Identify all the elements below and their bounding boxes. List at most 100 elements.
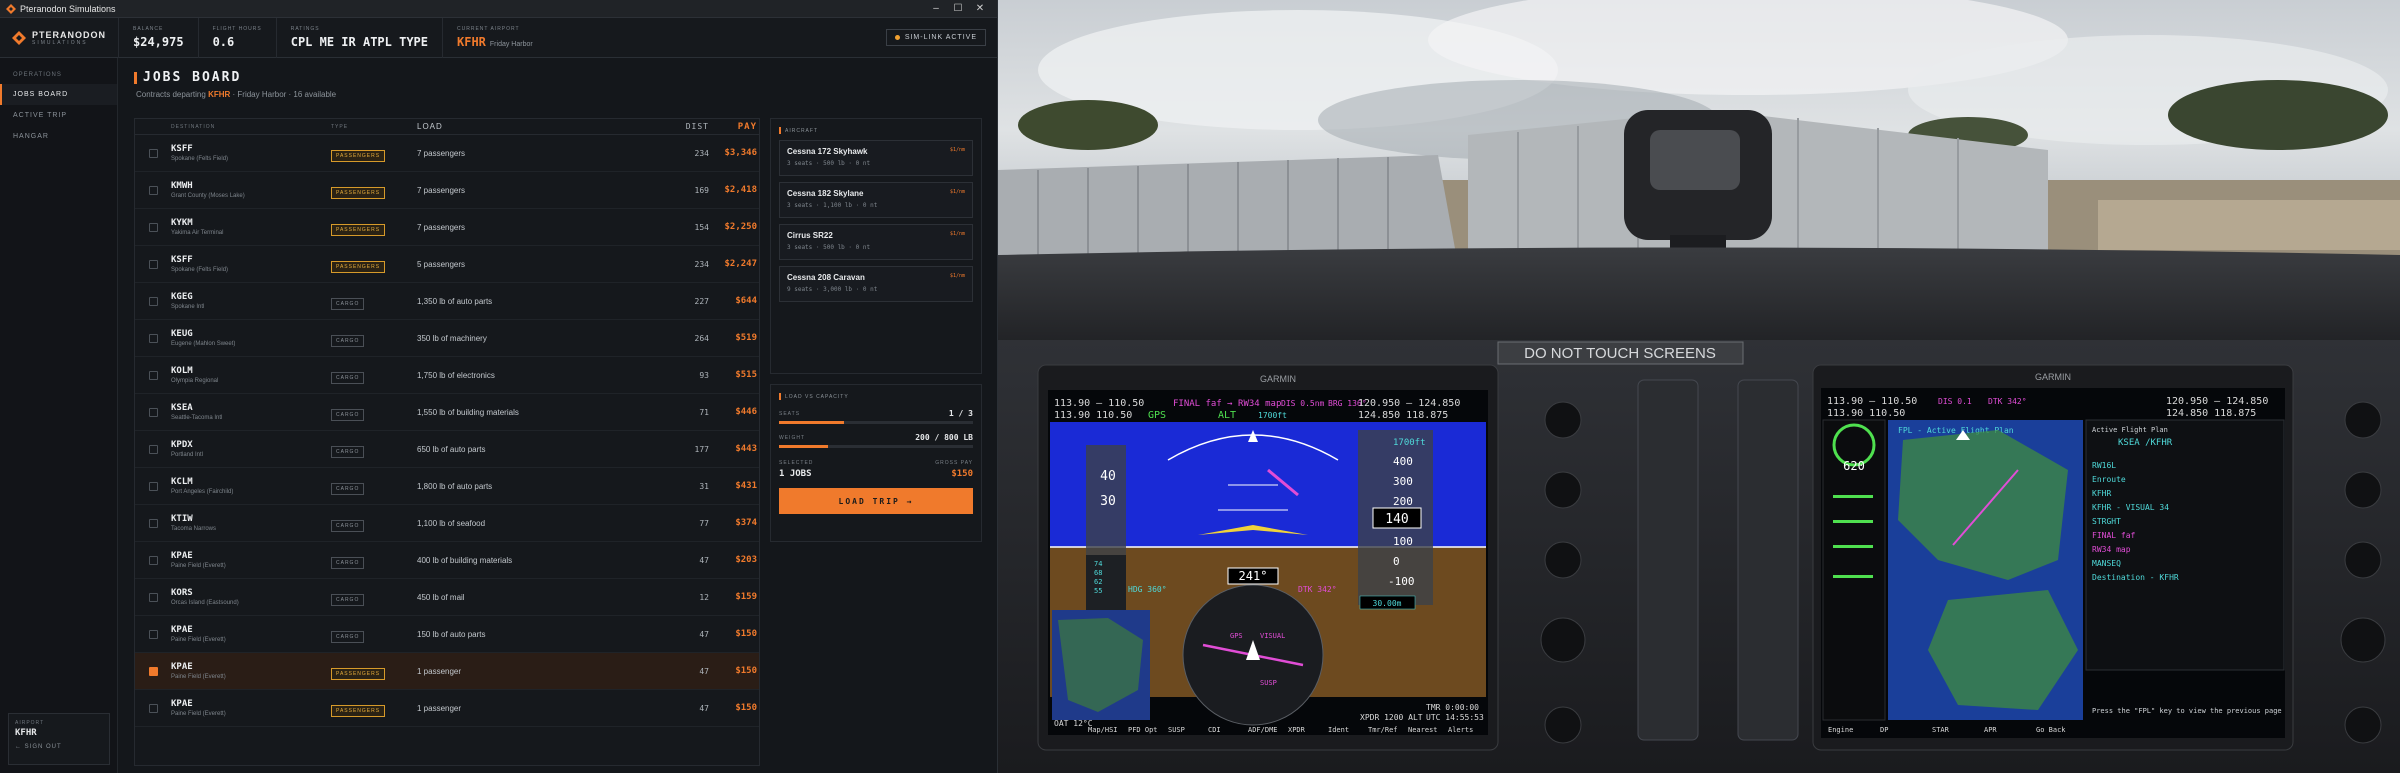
close-button[interactable]: ✕: [969, 3, 991, 14]
stat-value: 0.6: [212, 35, 235, 49]
row-checkbox[interactable]: [148, 592, 158, 602]
maximize-button[interactable]: ☐: [947, 3, 969, 14]
row-checkbox[interactable]: [148, 259, 158, 269]
svg-text:40: 40: [1100, 469, 1116, 484]
aircraft-card[interactable]: Cessna 208 Caravan 9 seats · 3,000 lb · 0…: [779, 266, 973, 302]
aircraft-panel: AIRCRAFT Cessna 172 Skyhawk 3 seats · 500…: [770, 118, 982, 374]
dist-cell: 47: [699, 629, 709, 639]
minimize-button[interactable]: –: [925, 3, 947, 14]
table-row[interactable]: KOLM Olympia Regional CARGO 1,750 lb of ele…: [135, 357, 759, 394]
table-row[interactable]: KYKM Yakima Air Terminal PASSENGERS 7 passe…: [135, 209, 759, 246]
row-checkbox[interactable]: [148, 444, 158, 454]
row-checkbox[interactable]: [148, 481, 158, 491]
destination-name: Olympia Regional: [171, 378, 219, 384]
pay-cell: $446: [735, 407, 757, 417]
row-checkbox[interactable]: [148, 370, 158, 380]
softkey[interactable]: STAR: [1932, 726, 1950, 734]
type-badge: CARGO: [331, 594, 365, 606]
row-checkbox-cell: [135, 629, 171, 639]
softkey[interactable]: Go Back: [2036, 726, 2066, 734]
table-row[interactable]: KSEA Seattle-Tacoma Intl CARGO 1,550 lb of …: [135, 394, 759, 431]
sidebar-item-active-trip[interactable]: ACTIVE TRIP: [0, 105, 117, 126]
mfd-hint: Press the "FPL" key to view the previous…: [2092, 707, 2282, 715]
row-checkbox[interactable]: [148, 333, 158, 343]
softkey[interactable]: ADF/DME: [1248, 726, 1278, 734]
softkey[interactable]: DP: [1880, 726, 1888, 734]
aircraft-card[interactable]: Cessna 172 Skyhawk 3 seats · 500 lb · 0 n…: [779, 140, 973, 176]
softkey[interactable]: PFD Opt: [1128, 726, 1158, 734]
simlink-status: SIM-LINK ACTIVE: [885, 29, 986, 46]
softkey[interactable]: Ident: [1328, 726, 1349, 734]
table-row[interactable]: KSFF Spokane (Felts Field) PASSENGERS 5 pas…: [135, 246, 759, 283]
table-row[interactable]: KPAE Paine Field (Everett) CARGO 150 lb of …: [135, 616, 759, 653]
sidebar: OPERATIONS JOBS BOARD ACTIVE TRIP HANGAR…: [0, 58, 118, 773]
table-row[interactable]: KPDX Portland Intl CARGO 650 lb of auto par…: [135, 431, 759, 468]
aircraft-spec: 3 seats · 500 lb · 0 nt: [787, 244, 871, 251]
softkey[interactable]: Map/HSI: [1088, 726, 1118, 734]
table-row[interactable]: KMWH Grant County (Moses Lake) PASSENGERS 7…: [135, 172, 759, 209]
load-trip-button[interactable]: LOAD TRIP →: [779, 488, 973, 514]
aircraft-spec: 3 seats · 1,100 lb · 0 nt: [787, 202, 878, 209]
load-cell: 7 passengers: [417, 222, 466, 232]
type-badge: PASSENGERS: [331, 150, 386, 162]
destination-icao: KPAE: [171, 551, 193, 561]
row-checkbox[interactable]: [148, 222, 158, 232]
table-row[interactable]: KGEG Spokane Intl CARGO 1,350 lb of auto pa…: [135, 283, 759, 320]
row-checkbox[interactable]: [148, 148, 158, 158]
type-badge: CARGO: [331, 483, 365, 495]
softkey[interactable]: Alerts: [1448, 726, 1473, 734]
stat-flight-hours: FLIGHT HOURS 0.6: [197, 17, 276, 58]
load-cell: 1,350 lb of auto parts: [417, 296, 493, 306]
type-cell: CARGO: [331, 366, 417, 384]
softkey[interactable]: XPDR: [1288, 726, 1306, 734]
softkey[interactable]: APR: [1984, 726, 1997, 734]
softkey[interactable]: Tmr/Ref: [1368, 726, 1398, 734]
sign-out-button[interactable]: ← SIGN OUT: [15, 744, 103, 750]
table-row[interactable]: KORS Orcas Island (Eastsound) CARGO 450 lb …: [135, 579, 759, 616]
table-row[interactable]: KPAE Paine Field (Everett) PASSENGERS 1 pas…: [135, 690, 759, 727]
type-badge: CARGO: [331, 372, 365, 384]
table-row[interactable]: KPAE Paine Field (Everett) CARGO 400 lb of …: [135, 542, 759, 579]
pay-cell: $203: [735, 555, 757, 565]
table-row[interactable]: KPAE Paine Field (Everett) PASSENGERS 1 pas…: [135, 653, 759, 690]
aircraft-card[interactable]: Cirrus SR22 3 seats · 500 lb · 0 nt $1/nm: [779, 224, 973, 260]
softkey[interactable]: CDI: [1208, 726, 1221, 734]
col-dist[interactable]: DIST: [637, 122, 709, 131]
fpl-title: Active Flight Plan: [2092, 426, 2168, 434]
table-row[interactable]: KTIW Tacoma Narrows CARGO 1,100 lb of seafo…: [135, 505, 759, 542]
col-type[interactable]: TYPE: [331, 124, 417, 130]
softkey[interactable]: SUSP: [1168, 726, 1185, 734]
col-load[interactable]: LOAD: [417, 122, 637, 131]
type-badge: CARGO: [331, 520, 365, 532]
col-pay[interactable]: PAY: [709, 122, 757, 132]
stat-value: KFHR Friday Harbor: [457, 35, 533, 49]
svg-text:0: 0: [1393, 555, 1400, 568]
gross-value: $150: [951, 469, 973, 479]
fpl-row: KFHR: [2092, 489, 2111, 498]
destination-icao: KPAE: [171, 662, 193, 672]
load-cell: 7 passengers: [417, 185, 466, 195]
softkey[interactable]: Engine: [1828, 726, 1853, 734]
pfd-com-freq-2: 124.850 118.875: [1358, 410, 1448, 421]
row-checkbox[interactable]: [148, 185, 158, 195]
pay-cell: $443: [735, 444, 757, 454]
row-checkbox[interactable]: [148, 666, 158, 676]
row-checkbox[interactable]: [148, 629, 158, 639]
softkey[interactable]: Nearest: [1408, 726, 1438, 734]
table-row[interactable]: KCLM Port Angeles (Fairchild) CARGO 1,800 l…: [135, 468, 759, 505]
row-checkbox[interactable]: [148, 407, 158, 417]
table-row[interactable]: KSFF Spokane (Felts Field) PASSENGERS 7 pas…: [135, 135, 759, 172]
row-checkbox[interactable]: [148, 518, 158, 528]
mfd-dtk: DTK 342°: [1988, 397, 2027, 406]
pay-cell: $644: [735, 296, 757, 306]
row-checkbox[interactable]: [148, 703, 158, 713]
row-checkbox[interactable]: [148, 296, 158, 306]
page-subtitle: Contracts departing KFHR · Friday Harbor…: [134, 90, 982, 99]
aircraft-card[interactable]: Cessna 182 Skylane 3 seats · 1,100 lb · 0…: [779, 182, 973, 218]
sidebar-item-hangar[interactable]: HANGAR: [0, 126, 117, 147]
table-row[interactable]: KEUG Eugene (Mahlon Sweet) CARGO 350 lb of …: [135, 320, 759, 357]
col-destination[interactable]: DESTINATION: [171, 124, 331, 130]
row-checkbox[interactable]: [148, 555, 158, 565]
sidebar-item-jobs-board[interactable]: JOBS BOARD: [0, 84, 117, 105]
destination-name: Orcas Island (Eastsound): [171, 600, 239, 606]
